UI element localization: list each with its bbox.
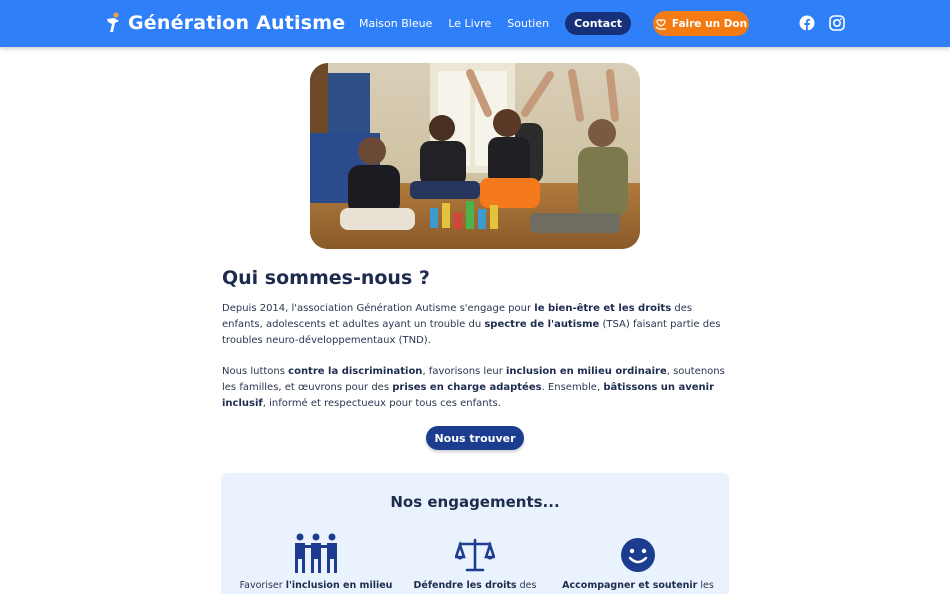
main-nav: Maison Bleue Le Livre Soutien Contact [351, 12, 631, 35]
scales-icon [455, 538, 495, 572]
site-header: Génération Autisme Maison Bleue Le Livre… [0, 0, 950, 47]
instagram-icon[interactable] [829, 15, 845, 31]
about-paragraph-1: Depuis 2014, l'association Génération Au… [222, 303, 721, 346]
nav-soutien[interactable]: Soutien [499, 12, 557, 35]
logo-icon [104, 10, 124, 36]
hero-photo [310, 63, 640, 249]
heart-hand-icon [655, 18, 666, 30]
engagements-title: Nos engagements... [390, 493, 560, 511]
nav-contact[interactable]: Contact [565, 12, 631, 35]
engagements-section: Nos engagements... Favoriser l'inclusion… [221, 473, 729, 594]
about-paragraph-2: Nous luttons contre la discrimination, f… [222, 366, 725, 409]
nav-maison-bleue[interactable]: Maison Bleue [351, 12, 440, 35]
engagement-inclusion: Favoriser l'inclusion en milieu [236, 533, 396, 592]
engagement-rights: Défendre les droits des [395, 533, 555, 592]
people-icon [295, 533, 337, 573]
find-us-button[interactable]: Nous trouver [426, 426, 524, 450]
engagement-support: Accompagner et soutenir les [558, 533, 718, 592]
smiley-icon [621, 538, 655, 572]
facebook-icon[interactable] [799, 15, 815, 31]
logo-title: Génération Autisme [128, 12, 346, 34]
logo-link[interactable]: Génération Autisme [104, 10, 345, 36]
donate-button[interactable]: Faire un Don [653, 11, 749, 36]
donate-label: Faire un Don [671, 17, 748, 30]
nav-le-livre[interactable]: Le Livre [440, 12, 499, 35]
about-title: Qui sommes-nous ? [222, 267, 430, 289]
